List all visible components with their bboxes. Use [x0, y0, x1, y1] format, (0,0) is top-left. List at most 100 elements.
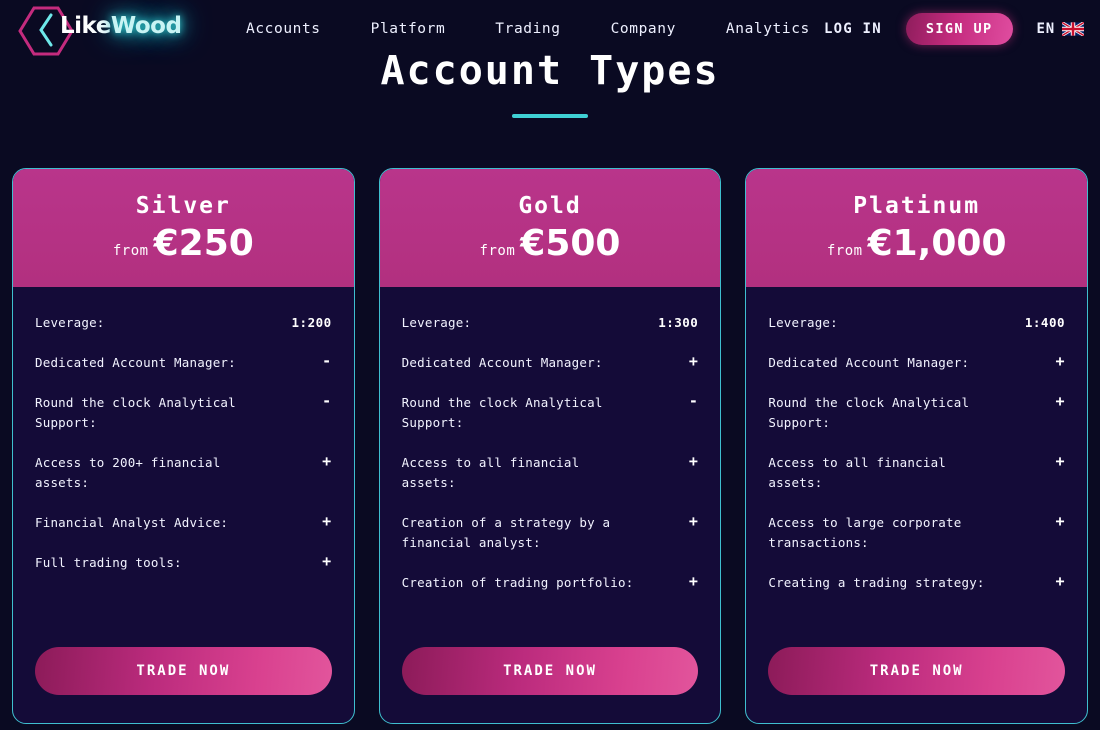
feature-row: Round the clock Analytical Support: - [35, 393, 332, 433]
auth-actions: LOG IN SIGN UP EN [824, 12, 1084, 45]
card-header: Platinum from €1,000 [746, 169, 1088, 287]
uk-flag-icon [1062, 21, 1084, 36]
card-feature-list: Leverage: 1:300 Dedicated Account Manage… [380, 287, 721, 647]
price-amount: €250 [153, 222, 254, 264]
feature-label: Access to 200+ financial assets: [35, 455, 221, 490]
feature-label: Financial Analyst Advice: [35, 515, 229, 530]
card-feature-list: Leverage: 1:200 Dedicated Account Manage… [13, 287, 354, 647]
signup-button[interactable]: SIGN UP [905, 12, 1013, 45]
brand-name-primary: Like [60, 12, 111, 39]
feature-label: Access to all financial assets: [401, 455, 580, 490]
feature-value: - [322, 352, 332, 370]
feature-value: + [688, 352, 699, 370]
feature-row: Access to 200+ financial assets: + [35, 453, 332, 493]
card-price-row: from €500 [480, 223, 621, 264]
feature-value: + [688, 572, 699, 590]
feature-label: Dedicated Account Manager: [401, 355, 603, 370]
main-navigation: Accounts Platform Trading Company Analyt… [246, 21, 810, 37]
feature-row: Access to large corporate transactions: … [768, 513, 1065, 553]
price-prefix: from [479, 242, 516, 259]
nav-item-analytics[interactable]: Analytics [726, 21, 810, 37]
nav-item-platform[interactable]: Platform [371, 21, 446, 37]
card-title: Silver [135, 192, 231, 219]
feature-row: Creation of a strategy by a financial an… [402, 513, 699, 553]
nav-item-accounts[interactable]: Accounts [246, 21, 321, 37]
feature-label: Access to all financial assets: [768, 455, 947, 490]
feature-label: Leverage: [768, 315, 838, 330]
card-footer: TRADE NOW [13, 647, 354, 723]
feature-value: + [1055, 452, 1066, 470]
feature-row: Access to all financial assets: + [768, 453, 1065, 493]
price-prefix: from [826, 242, 863, 259]
language-selector[interactable]: EN [1037, 21, 1084, 37]
nav-item-company[interactable]: Company [611, 21, 676, 37]
feature-value: + [688, 512, 699, 530]
brand-name-secondary: Wood [110, 12, 182, 39]
feature-value: + [1055, 392, 1066, 410]
card-price-row: from €1,000 [827, 223, 1007, 264]
chevron-left-icon [39, 13, 53, 46]
price-prefix: from [112, 242, 149, 259]
trade-now-button[interactable]: TRADE NOW [35, 647, 332, 695]
feature-label: Dedicated Account Manager: [35, 355, 236, 370]
feature-row: Leverage: 1:300 [402, 313, 699, 333]
card-footer: TRADE NOW [746, 647, 1087, 723]
feature-row: Leverage: 1:200 [35, 313, 332, 333]
card-title: Platinum [853, 192, 981, 219]
feature-label: Leverage: [401, 315, 472, 330]
trade-now-button[interactable]: TRADE NOW [401, 647, 699, 695]
feature-value: + [1055, 512, 1066, 530]
page-title: Account Types [380, 48, 720, 94]
feature-value: 1:400 [1024, 315, 1066, 330]
feature-label: Creation of trading portfolio: [401, 575, 634, 590]
language-code: EN [1036, 20, 1055, 37]
brand-wordmark: LikeWood [60, 12, 182, 39]
feature-label: Dedicated Account Manager: [768, 355, 970, 370]
feature-row: Access to all financial assets: + [402, 453, 699, 493]
feature-row: Dedicated Account Manager: - [35, 353, 332, 373]
feature-row: Round the clock Analytical Support: + [768, 393, 1065, 433]
account-card-platinum: Platinum from €1,000 Leverage: 1:400 Ded… [745, 168, 1089, 724]
feature-row: Dedicated Account Manager: + [768, 353, 1065, 373]
feature-value: + [322, 512, 332, 530]
feature-row: Creation of trading portfolio: + [402, 573, 699, 593]
feature-label: Round the clock Analytical Support: [768, 395, 970, 430]
feature-value: 1:200 [291, 315, 332, 330]
feature-label: Round the clock Analytical Support: [401, 395, 603, 430]
title-underline [512, 114, 588, 118]
price-amount: €1,000 [867, 222, 1007, 264]
login-link[interactable]: LOG IN [824, 21, 882, 37]
feature-label: Creation of a strategy by a financial an… [401, 515, 611, 550]
feature-value: + [688, 452, 699, 470]
feature-value: + [1055, 572, 1066, 590]
feature-row: Leverage: 1:400 [768, 313, 1065, 333]
feature-label: Leverage: [35, 315, 105, 330]
feature-row: Dedicated Account Manager: + [402, 353, 699, 373]
feature-value: - [688, 392, 699, 410]
price-amount: €500 [520, 222, 621, 264]
feature-value: - [322, 392, 332, 410]
feature-value: + [322, 552, 332, 570]
account-card-gold: Gold from €500 Leverage: 1:300 Dedicated… [378, 168, 722, 724]
feature-label: Full trading tools: [35, 555, 182, 570]
feature-value: + [1055, 352, 1066, 370]
feature-label: Round the clock Analytical Support: [35, 395, 236, 430]
account-types-grid: Silver from €250 Leverage: 1:200 Dedicat… [12, 168, 1089, 724]
feature-label: Access to large corporate transactions: [768, 515, 962, 550]
card-footer: TRADE NOW [380, 647, 721, 723]
trade-now-button[interactable]: TRADE NOW [768, 647, 1066, 695]
feature-row: Creating a trading strategy: + [768, 573, 1065, 593]
brand-logo[interactable]: LikeWood [12, 4, 212, 55]
feature-row: Round the clock Analytical Support: - [402, 393, 699, 433]
feature-value: + [322, 452, 332, 470]
feature-row: Financial Analyst Advice: + [35, 513, 332, 533]
feature-label: Creating a trading strategy: [768, 575, 985, 590]
card-price-row: from €250 [113, 223, 254, 264]
card-title: Gold [518, 192, 582, 219]
feature-value: 1:300 [658, 315, 699, 330]
account-card-silver: Silver from €250 Leverage: 1:200 Dedicat… [12, 168, 355, 724]
card-feature-list: Leverage: 1:400 Dedicated Account Manage… [746, 287, 1087, 647]
card-header: Gold from €500 [379, 169, 721, 287]
nav-item-trading[interactable]: Trading [495, 21, 560, 37]
feature-row: Full trading tools: + [35, 553, 332, 573]
